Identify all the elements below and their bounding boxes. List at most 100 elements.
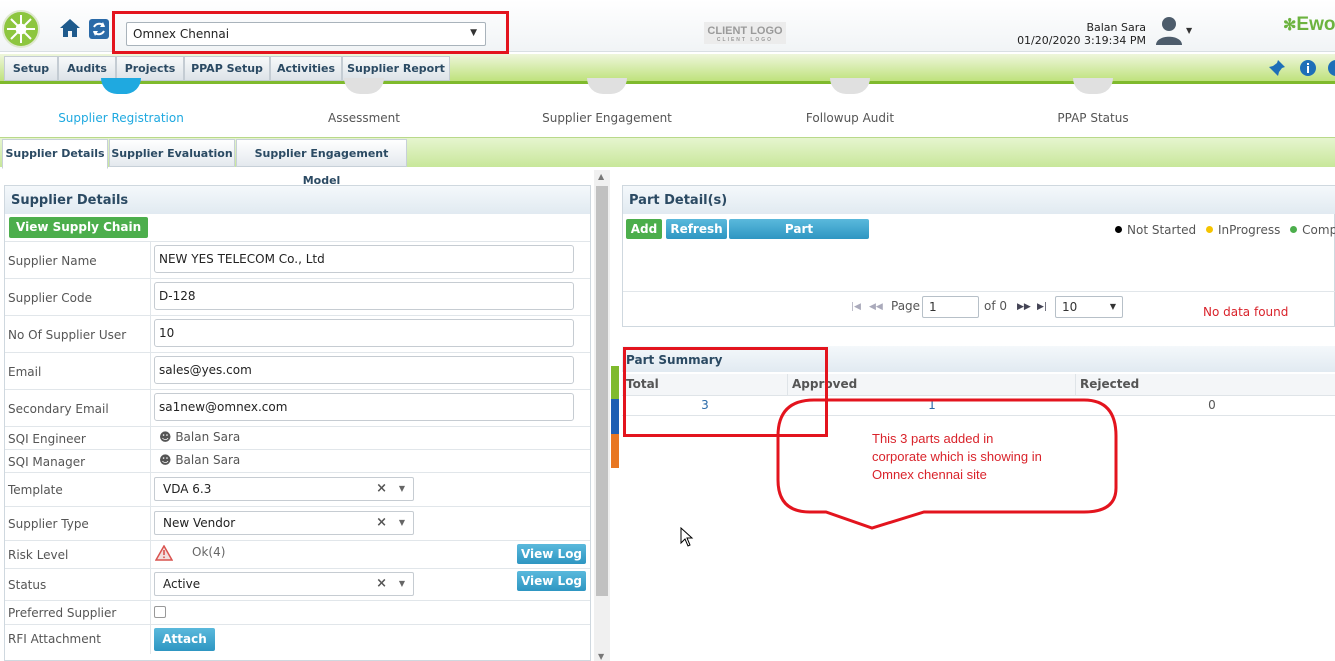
tab-bar: Supplier Details Supplier Evaluation Sup… [0,137,1335,187]
menu-ppap-setup[interactable]: PPAP Setup [184,56,270,81]
pager: |◀ ◀◀ Page 1 of 0 ▶▶ ▶| 10 ▼ No data fou… [623,291,1335,327]
status-select[interactable]: Active × ▼ [154,572,414,596]
tab-supplier-engagement-model[interactable]: Supplier Engagement Model [236,139,407,187]
row-sqi-engineer: SQI Engineer ☻ Balan Sara [5,426,590,449]
tab-supplier-details[interactable]: Supplier Details [2,139,108,169]
step-followup-audit[interactable]: Followup Audit [770,111,930,125]
site-select-highlight-box [112,11,509,54]
user-name: Balan Sara [1086,21,1146,34]
page-number-input[interactable]: 1 [922,296,979,318]
row-supplier-code: Supplier Code D-128 [5,278,590,315]
client-logo-subtext: CLIENT LOGO [716,37,774,43]
field-label: Email [8,365,42,379]
in-progress-dot-icon [1205,226,1213,233]
select-value: 10 [1062,300,1078,314]
clear-icon[interactable]: × [376,515,387,530]
add-part-button[interactable]: Add [626,219,662,239]
menu-activities[interactable]: Activities [270,56,342,81]
last-page-icon[interactable]: ▶| [1037,302,1047,312]
select-value: New Vendor [163,516,236,530]
status-view-log-button[interactable]: View Log [517,571,586,591]
user-menu-caret-icon[interactable]: ▼ [1186,26,1192,35]
chevron-down-icon[interactable]: ▼ [399,518,405,527]
tab-supplier-evaluation[interactable]: Supplier Evaluation [109,139,235,167]
risk-level-value: Ok(4) [192,545,226,559]
refresh-icon[interactable] [88,18,110,40]
first-page-icon[interactable]: |◀ [851,302,861,312]
supplier-users-input[interactable]: 10 [154,319,574,347]
email-input[interactable]: sales@yes.com [154,356,574,384]
supplier-type-select[interactable]: New Vendor × ▼ [154,511,414,535]
person-name: Balan Sara [175,430,241,444]
menu-setup[interactable]: Setup [4,56,58,81]
sqi-engineer-value: ☻ Balan Sara [159,430,240,444]
view-supply-chain-button[interactable]: View Supply Chain [9,217,149,238]
field-label: Supplier Code [8,291,92,305]
panel-title: Part Detail(s) [623,186,1335,214]
part-synchronization-button[interactable]: Part Synchronization [729,219,869,256]
field-label: RFI Attachment [8,632,101,646]
field-label: Template [8,483,63,497]
app-logo-icon[interactable] [2,10,40,48]
row-preferred-supplier: Preferred Supplier [5,600,590,624]
info-icon[interactable] [1299,59,1317,77]
row-supplier-type: Supplier Type New Vendor × ▼ [5,506,590,540]
wizard-steps: Supplier Registration Assessment Supplie… [0,78,1335,136]
brand-text: Ewo [1296,14,1335,35]
legend: Not Started InProgress Complete [1115,223,1335,237]
left-panel-scrollbar[interactable]: ▲ ▼ [594,170,610,661]
scroll-up-icon[interactable]: ▲ [598,172,604,181]
step-assessment-icon[interactable] [344,78,384,94]
step-assessment[interactable]: Assessment [284,111,444,125]
clear-icon[interactable]: × [376,576,387,591]
step-supplier-engagement[interactable]: Supplier Engagement [527,111,687,125]
step-registration-icon[interactable] [101,78,141,94]
row-email: Email sales@yes.com [5,352,590,389]
scrollbar-thumb[interactable] [596,186,608,596]
field-label: Supplier Name [8,254,97,268]
chevron-down-icon[interactable]: ▼ [399,579,405,588]
select-value: Active [163,577,201,591]
supplier-name-input[interactable]: NEW YES TELECOM Co., Ltd [154,245,574,273]
person-icon: ☻ [159,430,176,444]
help-icon[interactable] [1327,59,1335,77]
select-value: VDA 6.3 [163,482,212,496]
step-supplier-registration[interactable]: Supplier Registration [41,111,201,125]
completed-dot-icon [1290,226,1298,233]
panel-title: Supplier Details [5,186,590,214]
page-size-select[interactable]: 10 ▼ [1055,296,1123,318]
step-engagement-icon[interactable] [587,78,627,94]
warning-icon [154,544,174,564]
clear-icon[interactable]: × [376,481,387,496]
column-header-rejected: Rejected [1076,374,1335,396]
orange-strip [611,434,619,468]
preferred-supplier-checkbox[interactable] [154,606,166,618]
template-select[interactable]: VDA 6.3 × ▼ [154,477,414,501]
scroll-down-icon[interactable]: ▼ [598,652,604,661]
field-label: SQI Engineer [8,432,86,446]
sqi-manager-value: ☻ Balan Sara [159,453,240,467]
attach-button[interactable]: Attach [154,628,215,651]
pin-icon[interactable] [1268,59,1286,77]
menu-label: PPAP Setup [191,62,263,75]
prev-page-icon[interactable]: ◀◀ [869,302,883,312]
user-avatar-icon[interactable] [1154,14,1184,46]
row-sqi-manager: SQI Manager ☻ Balan Sara [5,449,590,472]
home-icon[interactable] [58,16,82,40]
secondary-email-input[interactable]: sa1new@omnex.com [154,393,574,421]
refresh-button[interactable]: Refresh [666,219,727,239]
risk-view-log-button[interactable]: View Log [517,544,586,564]
field-label: Supplier Type [8,517,89,531]
tab-label: Supplier Engagement Model [254,147,389,187]
field-label: Status [8,578,47,592]
mouse-cursor-icon [680,527,694,547]
page-count: of 0 [984,299,1008,313]
step-ppap-icon[interactable] [1073,78,1113,94]
step-ppap-status[interactable]: PPAP Status [1013,111,1173,125]
row-rfi-attachment: RFI Attachment Attach [5,624,590,654]
menu-label: Audits [67,62,107,75]
next-page-icon[interactable]: ▶▶ [1017,302,1031,312]
step-followup-icon[interactable] [830,78,870,94]
supplier-code-input[interactable]: D-128 [154,282,574,310]
chevron-down-icon[interactable]: ▼ [399,484,405,493]
